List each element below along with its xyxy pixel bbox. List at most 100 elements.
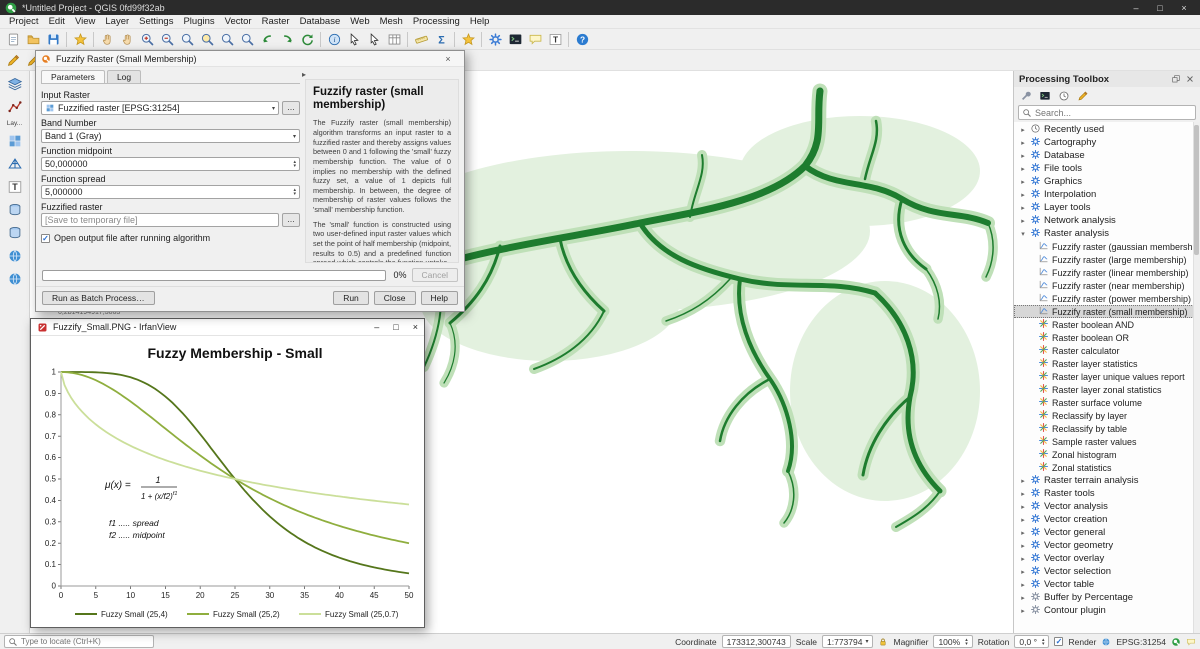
spinner-arrows-icon[interactable]: ▴▾ bbox=[1042, 638, 1045, 646]
toolbox-group-raster-tools[interactable]: ▸Raster tools bbox=[1014, 487, 1200, 500]
toolbox-item-fuzzify-raster-gaussian-membership[interactable]: Fuzzify raster (gaussian membership) bbox=[1014, 240, 1200, 253]
chevron-right-icon[interactable]: ▸ bbox=[1019, 178, 1027, 186]
chevron-right-icon[interactable]: ▸ bbox=[1019, 568, 1027, 576]
toolbox-group-layer-tools[interactable]: ▸Layer tools bbox=[1014, 201, 1200, 214]
chevron-right-icon[interactable]: ▸ bbox=[1019, 594, 1027, 602]
chevron-right-icon[interactable]: ▸ bbox=[1019, 152, 1027, 160]
menu-web[interactable]: Web bbox=[345, 16, 374, 27]
algorithm-help-panel[interactable]: Fuzzify raster (small membership) The Fu… bbox=[305, 79, 459, 263]
scale-combo[interactable]: 1:773794▾ bbox=[822, 635, 873, 648]
toolbox-group-raster-analysis[interactable]: ▾Raster analysis bbox=[1014, 227, 1200, 240]
add-spatialite-layer-button[interactable] bbox=[5, 223, 25, 242]
chevron-right-icon[interactable]: ▸ bbox=[1019, 542, 1027, 550]
measure-line-button[interactable] bbox=[411, 30, 431, 49]
menu-settings[interactable]: Settings bbox=[134, 16, 178, 27]
chevron-right-icon[interactable]: ▸ bbox=[1019, 490, 1027, 498]
new-bookmark-button[interactable] bbox=[458, 30, 478, 49]
menu-mesh[interactable]: Mesh bbox=[375, 16, 408, 27]
menu-plugins[interactable]: Plugins bbox=[178, 16, 219, 27]
layers-panel-collapsed-label[interactable]: Lay... bbox=[7, 120, 22, 127]
toolbox-item-zonal-histogram[interactable]: Zonal histogram bbox=[1014, 448, 1200, 461]
close-button[interactable]: Close bbox=[374, 291, 416, 305]
toolbox-item-raster-layer-statistics[interactable]: Raster layer statistics bbox=[1014, 357, 1200, 370]
zoom-next-button[interactable] bbox=[277, 30, 297, 49]
coordinate-value-box[interactable]: 173312,300743 bbox=[722, 635, 791, 648]
toolbox-group-vector-geometry[interactable]: ▸Vector geometry bbox=[1014, 539, 1200, 552]
tab-parameters[interactable]: Parameters bbox=[41, 70, 105, 83]
messages-icon[interactable] bbox=[1186, 637, 1196, 647]
pan-to-selection-button[interactable] bbox=[117, 30, 137, 49]
open-output-checkbox[interactable]: ✓ bbox=[41, 234, 50, 243]
menu-processing[interactable]: Processing bbox=[408, 16, 465, 27]
chevron-right-icon[interactable]: ▸ bbox=[1019, 126, 1027, 134]
toolbox-group-vector-selection[interactable]: ▸Vector selection bbox=[1014, 565, 1200, 578]
toolbox-edit-in-place-icon[interactable] bbox=[1075, 88, 1091, 103]
toolbox-item-reclassify-by-layer[interactable]: Reclassify by layer bbox=[1014, 409, 1200, 422]
chevron-right-icon[interactable]: ▸ bbox=[1019, 529, 1027, 537]
viewer-minimize-button[interactable]: – bbox=[374, 322, 379, 332]
open-attribute-table-button[interactable] bbox=[384, 30, 404, 49]
toolbox-group-buffer-by-percentage[interactable]: ▸Buffer by Percentage bbox=[1014, 591, 1200, 604]
crs-globe-icon[interactable] bbox=[1101, 637, 1111, 647]
refresh-map-button[interactable] bbox=[297, 30, 317, 49]
zoom-last-button[interactable] bbox=[257, 30, 277, 49]
viewer-maximize-button[interactable]: □ bbox=[393, 322, 398, 332]
render-checkbox[interactable]: ✓ bbox=[1054, 637, 1063, 646]
toolbox-group-vector-creation[interactable]: ▸Vector creation bbox=[1014, 513, 1200, 526]
chevron-right-icon[interactable]: ▸ bbox=[1019, 503, 1027, 511]
close-panel-icon[interactable] bbox=[1185, 74, 1195, 84]
toolbox-item-fuzzify-raster-power-membership[interactable]: Fuzzify raster (power membership) bbox=[1014, 292, 1200, 305]
menu-database[interactable]: Database bbox=[295, 16, 346, 27]
spinner-arrows-icon[interactable]: ▴▾ bbox=[293, 160, 296, 168]
chevron-right-icon[interactable]: ▸ bbox=[1019, 581, 1027, 589]
locator-search[interactable] bbox=[4, 635, 154, 648]
menu-project[interactable]: Project bbox=[4, 16, 44, 27]
style-manager-button[interactable] bbox=[70, 30, 90, 49]
band-number-combo[interactable]: Band 1 (Gray) ▾ bbox=[41, 129, 300, 143]
menu-edit[interactable]: Edit bbox=[44, 16, 70, 27]
toolbox-item-zonal-statistics[interactable]: Zonal statistics bbox=[1014, 461, 1200, 474]
add-delimited-text-layer-button[interactable]: T bbox=[5, 177, 25, 196]
map-tips-button[interactable] bbox=[525, 30, 545, 49]
toolbox-group-database[interactable]: ▸Database bbox=[1014, 149, 1200, 162]
chevron-right-icon[interactable]: ▸ bbox=[1019, 516, 1027, 524]
pan-map-button[interactable] bbox=[97, 30, 117, 49]
toolbox-item-fuzzify-raster-large-membership[interactable]: Fuzzify raster (large membership) bbox=[1014, 253, 1200, 266]
help-contents-button[interactable]: ? bbox=[572, 30, 592, 49]
toolbox-group-graphics[interactable]: ▸Graphics bbox=[1014, 175, 1200, 188]
toolbox-item-raster-layer-zonal-statistics[interactable]: Raster layer zonal statistics bbox=[1014, 383, 1200, 396]
toolbox-group-vector-overlay[interactable]: ▸Vector overlay bbox=[1014, 552, 1200, 565]
run-as-batch-button[interactable]: Run as Batch Process… bbox=[42, 291, 155, 305]
toolbox-item-raster-layer-unique-values-report[interactable]: Raster layer unique values report bbox=[1014, 370, 1200, 383]
help-button[interactable]: Help bbox=[421, 291, 458, 305]
toolbox-item-raster-boolean-or[interactable]: Raster boolean OR bbox=[1014, 331, 1200, 344]
run-button[interactable]: Run bbox=[333, 291, 369, 305]
zoom-full-button[interactable] bbox=[197, 30, 217, 49]
add-raster-layer-button[interactable] bbox=[5, 131, 25, 150]
deselect-features-button[interactable] bbox=[364, 30, 384, 49]
toolbox-group-recently-used[interactable]: ▸Recently used bbox=[1014, 123, 1200, 136]
lock-scale-icon[interactable] bbox=[878, 637, 888, 647]
toolbox-group-raster-terrain-analysis[interactable]: ▸Raster terrain analysis bbox=[1014, 474, 1200, 487]
toolbox-history-icon[interactable] bbox=[1056, 88, 1072, 103]
zoom-out-button[interactable] bbox=[157, 30, 177, 49]
chevron-right-icon[interactable]: ▸ bbox=[1019, 139, 1027, 147]
chevron-right-icon[interactable]: ▸ bbox=[1019, 204, 1027, 212]
toolbox-item-fuzzify-raster-near-membership[interactable]: Fuzzify raster (near membership) bbox=[1014, 279, 1200, 292]
toolbox-group-file-tools[interactable]: ▸File tools bbox=[1014, 162, 1200, 175]
toolbox-group-vector-general[interactable]: ▸Vector general bbox=[1014, 526, 1200, 539]
toolbox-search[interactable] bbox=[1018, 105, 1196, 120]
menu-raster[interactable]: Raster bbox=[257, 16, 295, 27]
zoom-native-button[interactable] bbox=[177, 30, 197, 49]
add-xyz-layer-button[interactable] bbox=[5, 269, 25, 288]
window-close-button[interactable]: × bbox=[1172, 3, 1196, 13]
zoom-to-layer-button[interactable] bbox=[237, 30, 257, 49]
spinner-arrows-icon[interactable]: ▴▾ bbox=[293, 188, 296, 196]
menu-layer[interactable]: Layer bbox=[100, 16, 134, 27]
chevron-right-icon[interactable]: ▸ bbox=[1019, 191, 1027, 199]
magnifier-spinner[interactable]: 100%▴▾ bbox=[933, 635, 972, 648]
toolbox-item-fuzzify-raster-linear-membership[interactable]: Fuzzify raster (linear membership) bbox=[1014, 266, 1200, 279]
rotation-spinner[interactable]: 0,0 °▴▾ bbox=[1014, 635, 1049, 648]
dialog-close-button[interactable]: × bbox=[437, 54, 459, 64]
open-data-source-manager-button[interactable] bbox=[5, 74, 25, 93]
